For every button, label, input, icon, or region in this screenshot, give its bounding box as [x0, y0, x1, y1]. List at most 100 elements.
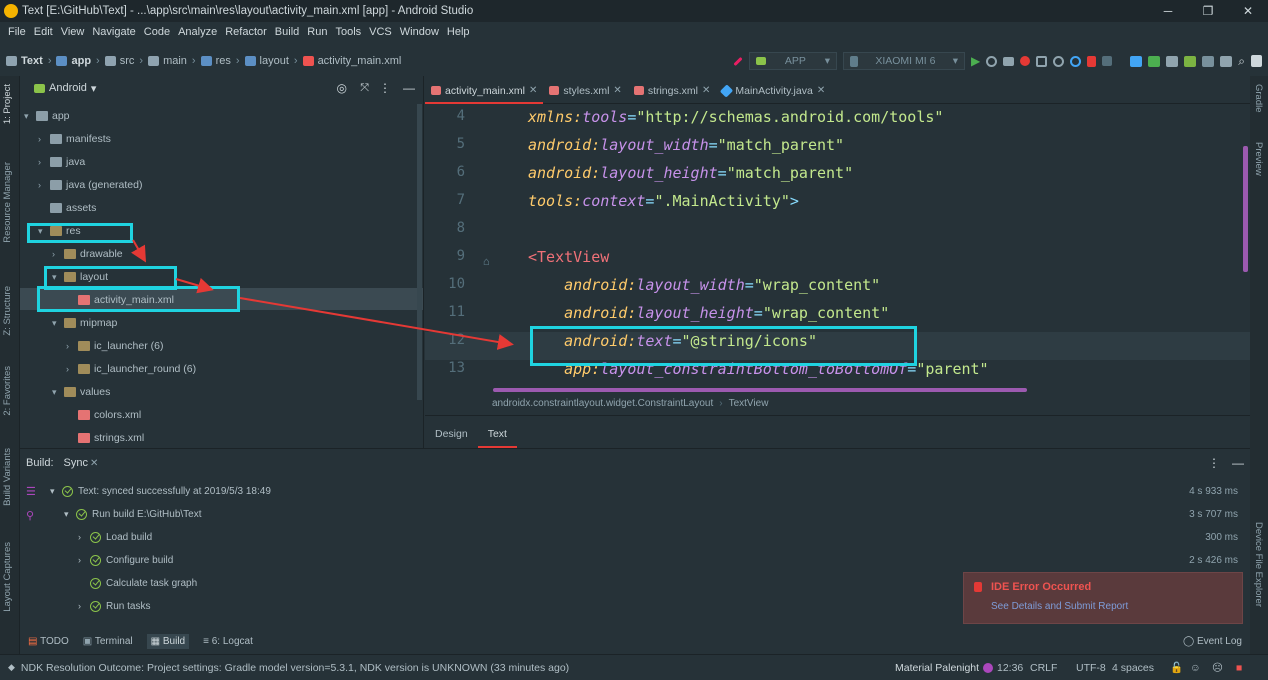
breadcrumb-item-main[interactable]: main	[163, 55, 187, 67]
lightbulb-icon[interactable]: ✹	[499, 338, 506, 351]
chevron-down-icon[interactable]: ▾	[91, 82, 97, 95]
sync-gradle-icon[interactable]	[1166, 55, 1179, 67]
tree-node-colors[interactable]: colors.xml	[78, 405, 141, 425]
tree-node-assets[interactable]: assets	[38, 198, 96, 218]
breadcrumb-item-project[interactable]: Text	[21, 55, 43, 67]
menu-view[interactable]: View	[57, 26, 89, 38]
menu-tools[interactable]: Tools	[331, 26, 365, 38]
tree-scrollbar[interactable]	[417, 104, 422, 400]
minimize-button[interactable]: ─	[1148, 0, 1188, 22]
hector-icon[interactable]: ☹	[1212, 662, 1223, 674]
hide-panel-icon[interactable]: —	[403, 81, 415, 95]
menu-run[interactable]: Run	[303, 26, 331, 38]
caret-position[interactable]: 12:36	[997, 662, 1023, 674]
breadcrumb-item-res[interactable]: res	[216, 55, 231, 67]
tree-node-java[interactable]: › java	[38, 152, 85, 172]
menu-window[interactable]: Window	[396, 26, 443, 38]
breadcrumb-item-src[interactable]: src	[120, 55, 135, 67]
close-tab-icon[interactable]: ✕	[613, 85, 621, 96]
tab-terminal[interactable]: ▣ Terminal	[83, 636, 133, 647]
tab-text[interactable]: Text	[477, 420, 518, 448]
run-config-select[interactable]: APP ▾	[749, 52, 838, 70]
pin-icon[interactable]: ⚲	[26, 509, 34, 522]
tab-project[interactable]: 1: Project	[2, 84, 13, 124]
tab-design[interactable]: Design	[425, 420, 478, 448]
status-toggle-icon[interactable]: ◆	[8, 662, 15, 673]
tree-node-app[interactable]: ▾ app	[24, 106, 70, 126]
breadcrumb-item-layout[interactable]: layout	[260, 55, 289, 67]
debug-icon[interactable]	[1020, 56, 1031, 66]
tab-main-activity[interactable]: MainActivity.java ✕	[716, 78, 831, 104]
lock-icon[interactable]: 🔓	[1170, 661, 1183, 674]
menu-file[interactable]: File	[4, 26, 30, 38]
tab-activity-main[interactable]: activity_main.xml ✕	[425, 78, 544, 104]
error-details-link[interactable]: See Details and Submit Report	[991, 601, 1128, 612]
tab-logcat[interactable]: ≡ 6: Logcat	[203, 636, 253, 647]
apply-changes-icon[interactable]	[986, 55, 998, 67]
sdk-manager-icon[interactable]	[1202, 55, 1215, 67]
tab-gradle[interactable]: Gradle	[1253, 84, 1264, 113]
close-tab-icon[interactable]: ✕	[702, 85, 710, 96]
user-icon[interactable]	[1251, 55, 1262, 67]
error-indicator-icon[interactable]: ■	[1236, 662, 1242, 674]
search-icon[interactable]: ⌕	[1238, 54, 1245, 69]
build-row-run-build[interactable]: ▾ Run build E:\GitHub\Text 3 s 707 ms	[64, 503, 1244, 525]
breadcrumb-item-app[interactable]: app	[71, 55, 91, 67]
breadcrumb-item-file[interactable]: activity_main.xml	[318, 55, 402, 67]
tab-favorites[interactable]: 2: Favorites	[2, 366, 13, 416]
file-encoding[interactable]: UTF-8	[1076, 662, 1106, 674]
menu-help[interactable]: Help	[443, 26, 474, 38]
close-tab-icon[interactable]: ✕	[529, 85, 537, 96]
build-row-configure-build[interactable]: › Configure build 2 s 426 ms	[78, 549, 1244, 571]
tree-node-java-generated[interactable]: › java (generated)	[38, 175, 142, 195]
menu-refactor[interactable]: Refactor	[221, 26, 271, 38]
menu-build[interactable]: Build	[271, 26, 303, 38]
tree-node-ic-launcher[interactable]: › ic_launcher (6)	[66, 336, 163, 356]
layout-inspector-icon[interactable]	[1220, 55, 1233, 67]
profiler-icon[interactable]	[1070, 55, 1082, 67]
menu-edit[interactable]: Edit	[30, 26, 57, 38]
attach-icon[interactable]	[1053, 55, 1065, 67]
close-tab-icon[interactable]: ✕	[817, 85, 825, 96]
ide-error-popup[interactable]: IDE Error Occurred See Details and Submi…	[963, 572, 1243, 624]
collapse-all-icon[interactable]: ⤧	[360, 82, 369, 95]
device-select[interactable]: XIAOMI MI 6 ▾	[843, 52, 966, 70]
toggle-view-icon[interactable]: ☰	[26, 485, 36, 498]
more-options-icon[interactable]: ⋮	[1208, 456, 1220, 470]
menu-code[interactable]: Code	[140, 26, 174, 38]
list-icon[interactable]	[1003, 56, 1015, 66]
tree-node-strings[interactable]: strings.xml	[78, 428, 144, 448]
tree-node-drawable[interactable]: › drawable	[52, 244, 123, 264]
xml-breadcrumb-item[interactable]: TextView	[729, 398, 769, 409]
stop-icon[interactable]	[1102, 56, 1113, 66]
attach-debugger-icon[interactable]	[1087, 55, 1097, 67]
target-icon[interactable]: ◎	[337, 81, 347, 95]
build-row-synced[interactable]: ▾ Text: synced successfully at 2019/5/3 1…	[50, 480, 1244, 502]
menu-vcs[interactable]: VCS	[365, 26, 396, 38]
build-row-load-build[interactable]: › Load build 300 ms	[78, 526, 1244, 548]
tab-structure[interactable]: Z: Structure	[2, 286, 13, 336]
tree-node-manifests[interactable]: › manifests	[38, 129, 111, 149]
tab-preview[interactable]: Preview	[1253, 142, 1264, 176]
tree-node-mipmap[interactable]: ▾ mipmap	[52, 313, 117, 333]
tree-node-ic-launcher-round[interactable]: › ic_launcher_round (6)	[66, 359, 196, 379]
more-options-icon[interactable]: ⋮	[379, 81, 391, 95]
tab-strings[interactable]: strings.xml ✕	[628, 78, 717, 104]
tab-sync[interactable]: Sync	[64, 457, 88, 469]
editor-scrollbar[interactable]	[1243, 146, 1248, 272]
xml-breadcrumb-item[interactable]: androidx.constraintlayout.widget.Constra…	[492, 398, 713, 409]
tab-resource-manager[interactable]: Resource Manager	[2, 162, 13, 243]
coverage-icon[interactable]	[1036, 55, 1048, 67]
menu-navigate[interactable]: Navigate	[88, 26, 139, 38]
event-log-button[interactable]: ◯ Event Log	[1183, 636, 1242, 647]
tree-node-values[interactable]: ▾ values	[52, 382, 110, 402]
menu-analyze[interactable]: Analyze	[174, 26, 221, 38]
terminal-icon[interactable]	[1148, 55, 1161, 67]
tab-build-variants[interactable]: Build Variants	[2, 448, 13, 506]
face-icon[interactable]: ☺	[1190, 662, 1201, 674]
project-structure-icon[interactable]	[1130, 55, 1143, 67]
hide-panel-icon[interactable]: —	[1232, 456, 1244, 470]
hammer-icon[interactable]	[733, 56, 743, 66]
project-view-select[interactable]: Android	[49, 82, 87, 94]
line-separator[interactable]: CRLF	[1030, 662, 1057, 674]
